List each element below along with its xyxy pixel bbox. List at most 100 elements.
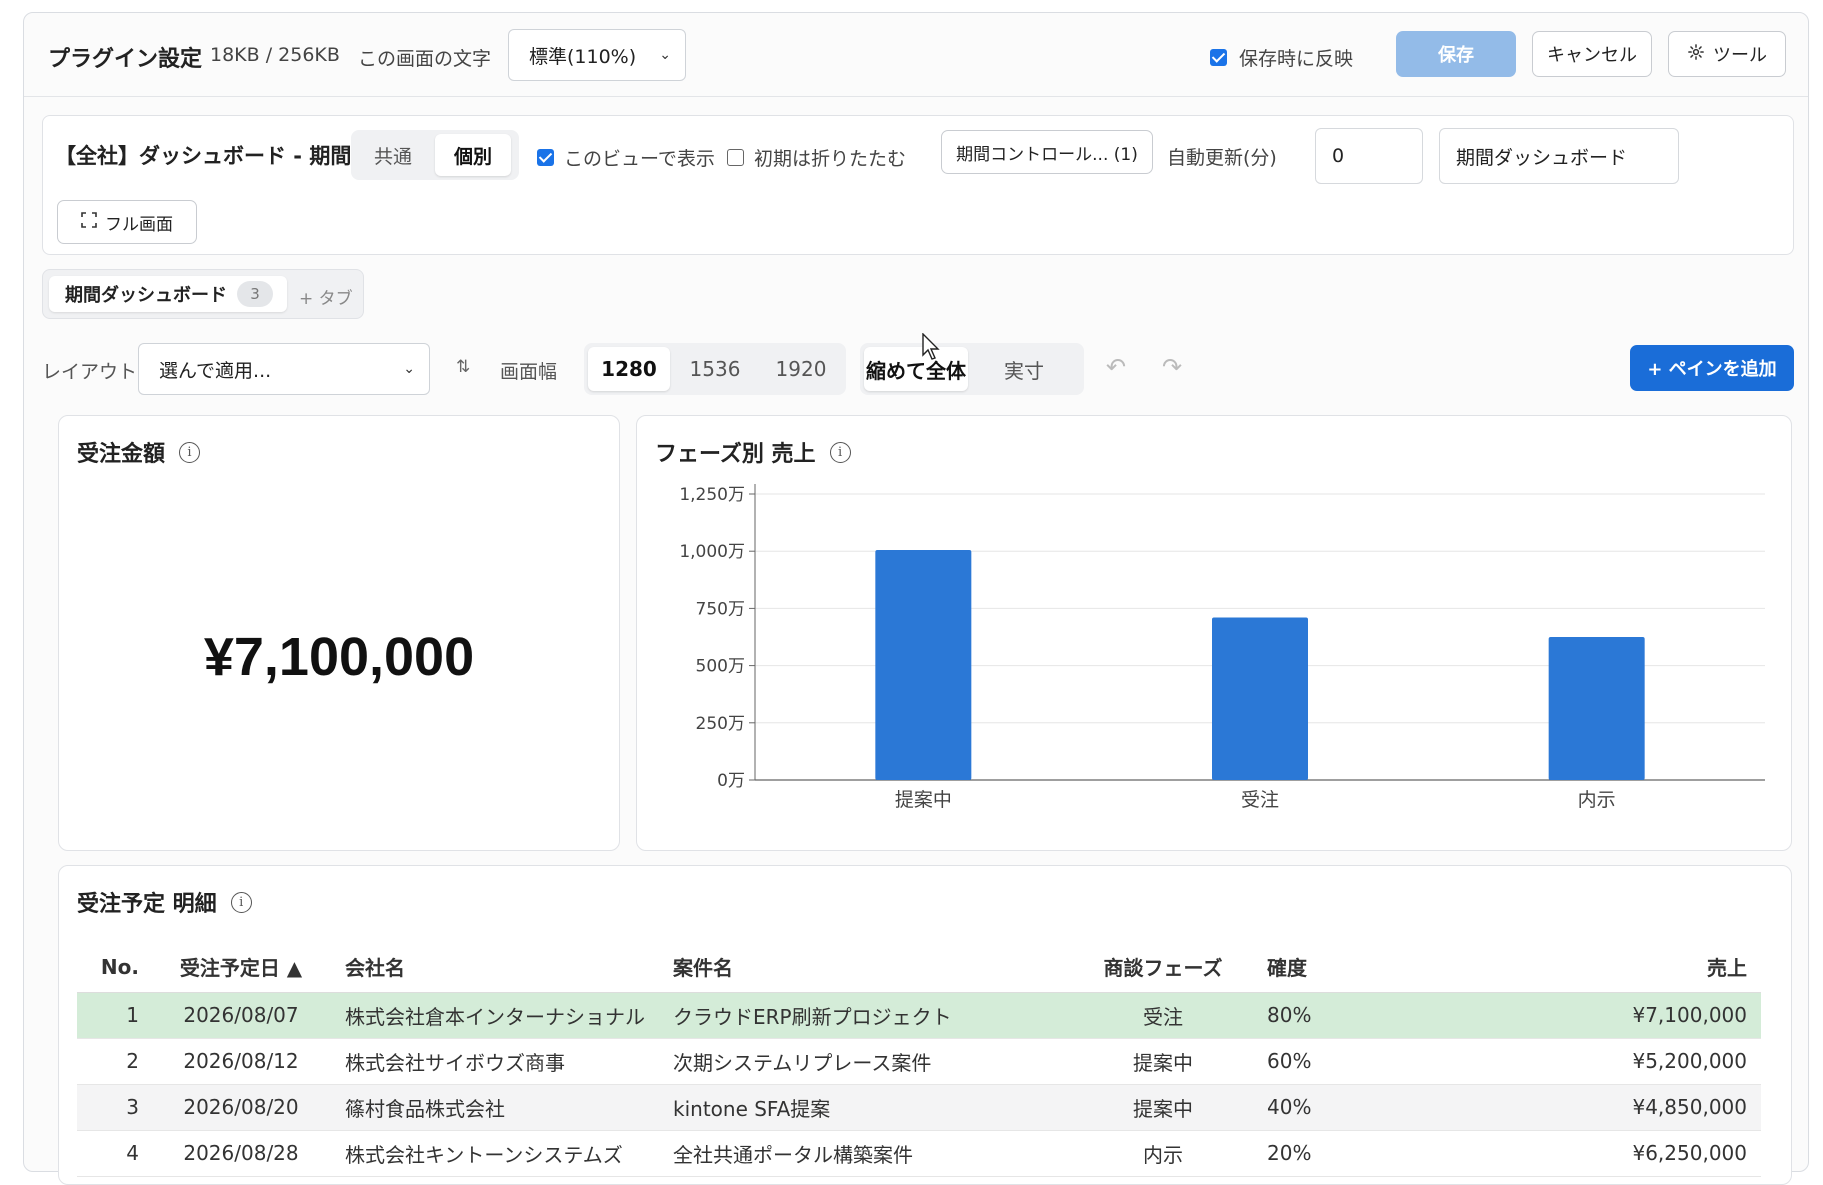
cell-phase: 内示 [1093,1130,1233,1177]
reflect-on-save-checkbox[interactable] [1210,49,1227,66]
storage-size: 18KB / 256KB [210,44,340,66]
chart-pane: フェーズ別 売上 i 0万 250万 500万 750万 1,000万 1,250万 提案中… [636,415,1792,851]
dashboard-name-input[interactable]: 期間ダッシュボード [1439,128,1679,184]
fullscreen-button[interactable]: フル画面 [57,200,197,244]
fullscreen-icon [81,211,97,233]
cell-date: 2026/08/28 [153,1130,329,1177]
add-pane-button[interactable]: + ペインを追加 [1630,345,1794,391]
cell-case: クラウドERP刷新プロジェクト [659,992,1093,1039]
y-tick-label: 500万 [696,657,745,677]
table-pane: 受注予定 明細 i No. 受注予定日 ▲ 会社名 案件名 商談フェーズ 確度 … [58,865,1792,1185]
cell-company: 篠村食品株式会社 [329,1084,659,1131]
collapse-initial-toggle[interactable]: 初期は折りたたむ [727,144,906,171]
bar [875,550,972,780]
mouse-cursor-icon [922,333,940,360]
collapse-initial-label: 初期は折りたたむ [754,148,907,170]
scope-segmented-control: 共通 個別 [351,130,519,180]
scope-option-individual[interactable]: 個別 [435,134,511,176]
tab-label: 期間ダッシュボード [65,285,227,306]
auto-refresh-label: 自動更新(分) [1167,147,1277,169]
font-size-select-value: 標準(110%) [529,45,637,68]
col-header-probability[interactable]: 確度 [1233,942,1343,993]
col-header-company[interactable]: 会社名 [329,942,659,993]
tool-button-label: ツール [1713,45,1767,66]
table-title-label: 受注予定 明細 [77,892,217,917]
cell-amount: ¥5,200,000 [1343,1038,1761,1085]
y-tick-label: 750万 [696,599,745,619]
cell-date: 2026/08/20 [153,1084,329,1131]
width-option-1280[interactable]: 1280 [588,347,670,391]
col-header-case[interactable]: 案件名 [659,942,1093,993]
x-tick-label: 提案中 [895,789,952,811]
cell-company: 株式会社倉本インターナショナル [329,992,659,1039]
cell-probability: 60% [1233,1038,1343,1085]
x-tick-label: 内示 [1578,789,1616,811]
reflect-on-save-toggle[interactable]: 保存時に反映 [1210,44,1353,71]
period-control-button[interactable]: 期間コントロール... (1) [941,130,1153,174]
col-header-amount[interactable]: 売上 [1343,942,1761,993]
auto-refresh-input[interactable]: 0 [1315,128,1423,184]
kpi-title: 受注金額 i [77,436,201,468]
cell-probability: 80% [1233,992,1343,1039]
dashboard-config-title: 【全社】ダッシュボード - 期間 [55,144,352,168]
layout-label: レイアウト [42,361,138,383]
reflect-on-save-label: 保存時に反映 [1239,48,1354,70]
gear-icon [1687,43,1705,66]
col-header-no[interactable]: No. [77,942,153,993]
fit-option-shrink[interactable]: 縮めて全体 [864,347,968,391]
header-bar: プラグイン設定 18KB / 256KB この画面の文字 標準(110%) ⌄ … [24,13,1808,97]
bar-chart: 0万 250万 500万 750万 1,000万 1,250万提案中 受注 内示 [679,484,1765,811]
cell-amount: ¥6,250,000 [1343,1130,1761,1177]
cell-no: 3 [77,1084,153,1131]
table-row[interactable]: 4 2026/08/28 株式会社キントーンシステムズ 全社共通ポータル構築案件… [77,1130,1761,1177]
info-icon[interactable]: i [179,441,201,463]
kpi-value: ¥7,100,000 [203,627,475,687]
tool-button[interactable]: ツール [1668,31,1786,77]
y-tick-label: 0万 [717,771,745,791]
show-in-view-checkbox[interactable] [537,149,554,166]
col-header-date[interactable]: 受注予定日 ▲ [153,942,329,993]
cancel-button[interactable]: キャンセル [1532,31,1652,77]
tab-count-badge: 3 [237,281,273,307]
cell-case: 全社共通ポータル構築案件 [659,1130,1093,1177]
screen-width-segmented-control: 1280 1536 1920 [584,343,846,395]
cell-amount: ¥4,850,000 [1343,1084,1761,1131]
add-tab-button[interactable]: + タブ [299,284,353,309]
screen-width-label: 画面幅 [500,361,558,383]
scope-option-common[interactable]: 共通 [355,134,431,176]
fullscreen-label: フル画面 [105,214,173,235]
x-tick-label: 受注 [1241,789,1279,811]
cell-no: 1 [77,992,153,1039]
layout-select[interactable]: 選んで適用... ⌄ [138,343,430,395]
table-row[interactable]: 1 2026/08/07 株式会社倉本インターナショナル クラウドERP刷新プロ… [77,992,1761,1039]
table-row[interactable]: 2 2026/08/12 株式会社サイボウズ商事 次期システムリプレース案件 提… [77,1038,1761,1085]
dashboard-tabs: 期間ダッシュボード 3 + タブ [42,269,364,319]
table-title: 受注予定 明細 i [77,886,252,918]
col-header-phase[interactable]: 商談フェーズ [1093,942,1233,993]
cell-date: 2026/08/07 [153,992,329,1039]
undo-icon[interactable]: ↶ [1106,353,1126,381]
cell-no: 2 [77,1038,153,1085]
font-size-select[interactable]: 標準(110%) ⌄ [508,29,686,81]
width-option-1920[interactable]: 1920 [760,347,842,391]
cell-probability: 40% [1233,1084,1343,1131]
kpi-pane: 受注金額 i ¥7,100,000 [58,415,620,851]
bar [1548,637,1645,780]
show-in-view-label: このビューで表示 [564,148,715,170]
compress-vertical-icon: ⇅ [456,357,471,377]
table-row[interactable]: 3 2026/08/20 篠村食品株式会社 kintone SFA提案 提案中 … [77,1084,1761,1131]
fit-mode-segmented-control: 縮めて全体 実寸 [860,343,1084,395]
info-icon[interactable]: i [230,891,252,913]
save-button[interactable]: 保存 [1396,31,1516,77]
collapse-initial-checkbox[interactable] [727,149,744,166]
redo-icon[interactable]: ↷ [1162,353,1182,381]
layout-select-value: 選んで適用... [159,359,272,382]
cell-phase: 受注 [1093,992,1233,1039]
orders-table: No. 受注予定日 ▲ 会社名 案件名 商談フェーズ 確度 売上 1 2026/… [77,942,1761,1177]
show-in-view-toggle[interactable]: このビューで表示 [537,144,715,171]
tab-period-dashboard[interactable]: 期間ダッシュボード 3 [49,276,287,312]
page-title: プラグイン設定 [48,47,203,72]
fit-option-actual[interactable]: 実寸 [972,347,1076,391]
y-tick-label: 1,000万 [679,542,745,562]
width-option-1536[interactable]: 1536 [674,347,756,391]
